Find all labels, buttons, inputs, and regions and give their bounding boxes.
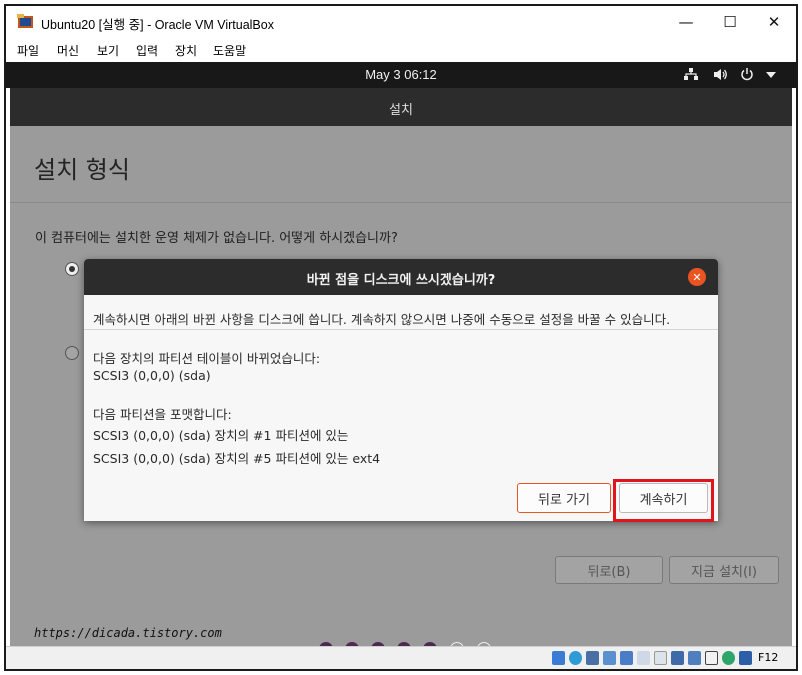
optical-drive-icon[interactable] [569,651,582,665]
virtualbox-statusbar: F12 [6,646,796,669]
install-question: 이 컴퓨터에는 설치한 운영 체제가 없습니다. 어떻게 하시겠습니까? [35,231,398,246]
network-adapter-icon[interactable] [603,651,616,665]
menu-file[interactable]: 파일 [17,42,39,59]
display-icon[interactable] [654,651,667,665]
menu-help[interactable]: 도움말 [213,42,246,59]
network-icon[interactable] [684,68,698,81]
menu-devices[interactable]: 장치 [175,42,197,59]
shared-folders-icon[interactable] [637,651,650,665]
continue-highlight-box [613,479,714,522]
power-icon[interactable] [740,67,754,81]
virtualization-icon[interactable] [705,651,718,665]
partition-table-heading: 다음 장치의 파티션 테이블이 바뀌었습니다: [93,351,321,366]
installer-header-title: 설치 [389,103,413,118]
hard-disk-icon[interactable] [552,651,565,665]
volume-icon[interactable] [713,68,728,81]
dialog-title: 바뀐 점을 디스크에 쓰시겠습니까? [306,273,496,288]
recording-icon[interactable] [688,651,701,665]
window-titlebar[interactable]: Ubuntu20 [실행 중] - Oracle VM VirtualBox —… [6,6,796,38]
page-title: 설치 형식 [34,156,130,184]
dialog-close-icon[interactable]: ✕ [688,268,706,286]
virtualbox-window: Ubuntu20 [실행 중] - Oracle VM VirtualBox —… [4,4,798,671]
close-button[interactable]: ✕ [752,6,796,38]
radio-option-erase-disk[interactable] [65,262,79,276]
installer-header: 설치 [10,88,792,126]
page-divider [10,202,792,203]
dialog-divider [84,329,718,330]
mouse-integration-icon[interactable] [739,651,752,665]
format-heading: 다음 파티션을 포맷합니다: [93,407,232,422]
usb-icon[interactable] [620,651,633,665]
radio-option-other[interactable] [65,346,79,360]
installer-back-button[interactable]: 뒤로(B) [555,556,663,584]
menubar: 파일 머신 보기 입력 장치 도움말 [6,38,796,62]
host-key-label: F12 [758,651,779,664]
dialog-back-button[interactable]: 뒤로 가기 [517,483,611,513]
guest-additions-icon[interactable] [722,651,735,665]
format-item: SCSI3 (0,0,0) (sda) 장치의 #5 파티션에 있는 ext4 [93,451,381,466]
dialog-intro: 계속하시면 아래의 바뀐 사항을 디스크에 씁니다. 계속하지 않으시면 나중에… [93,312,671,327]
clock[interactable]: May 3 06:12 [6,67,796,82]
minimize-button[interactable]: — [664,6,708,38]
menu-machine[interactable]: 머신 [57,42,79,59]
audio-icon[interactable] [586,651,599,665]
partition-table-device: SCSI3 (0,0,0) (sda) [93,368,211,383]
format-item: SCSI3 (0,0,0) (sda) 장치의 #1 파티션에 있는 [93,428,349,443]
menu-input[interactable]: 입력 [136,42,158,59]
video-capture-icon[interactable] [671,651,684,665]
ubuntu-top-panel: May 3 06:12 [6,62,796,88]
dialog-header[interactable]: 바뀐 점을 디스크에 쓰시겠습니까? ✕ [84,259,718,295]
menu-view[interactable]: 보기 [97,42,119,59]
install-now-button[interactable]: 지금 설치(I) [669,556,779,584]
watermark-text: https://dicada.tistory.com [34,626,222,640]
maximize-button[interactable]: ☐ [708,6,752,38]
virtualbox-app-icon [17,14,33,28]
window-title: Ubuntu20 [실행 중] - Oracle VM VirtualBox [41,18,274,32]
dropdown-icon[interactable] [766,72,776,78]
